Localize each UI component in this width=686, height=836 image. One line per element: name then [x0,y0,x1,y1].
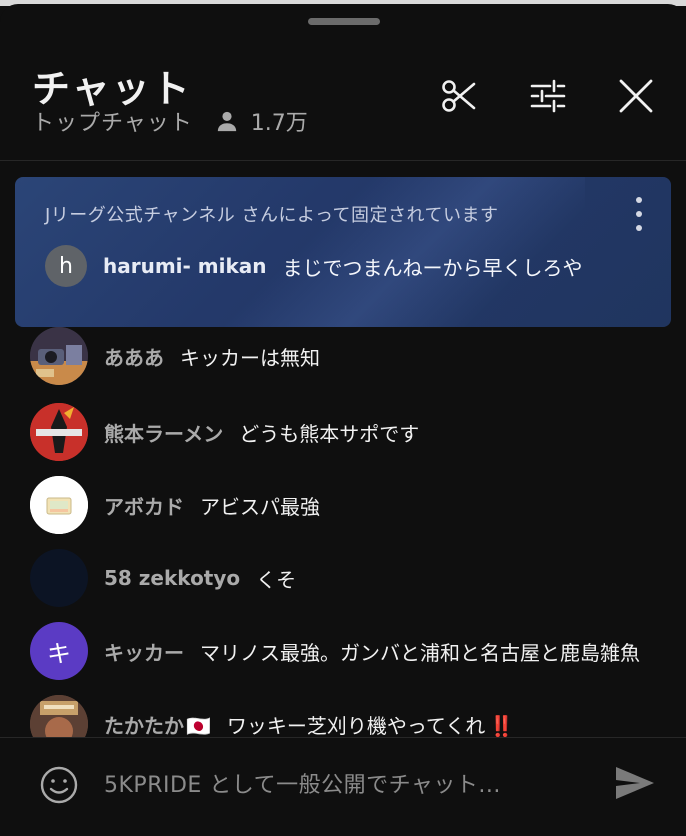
author-name[interactable]: 熊本ラーメン [104,418,223,447]
filter-button[interactable] [526,74,570,118]
send-button[interactable] [612,764,658,806]
pinned-message-banner[interactable]: Jリーグ公式チャンネル さんによって固定されています h harumi- mik… [15,177,671,327]
pinned-chat-message: h harumi- mikan まじでつまんねーから早くしろや [45,244,583,288]
viewer-count: 1.7万 [250,111,308,136]
message-text: ワッキー芝刈り機やってくれ ‼️ [227,710,514,739]
message-text: アビスパ最強 [200,494,320,519]
chat-mode-label[interactable]: トップチャット [32,105,193,137]
emoji-icon [38,766,80,810]
more-dot-icon [636,211,642,217]
avatar[interactable] [30,327,88,385]
more-options-button[interactable] [629,197,649,231]
author-name[interactable]: キッカー [104,637,184,666]
double-exclamation-icon: ‼️ [489,713,515,738]
message-text: くそ [256,567,297,592]
author-name[interactable]: 58 zekkotyo [104,566,240,590]
message-text: まじでつまんねーから早くしろや [282,255,583,280]
author-name-text: たかたか [104,713,184,738]
chat-message[interactable]: 58 zekkotyo くそ [30,549,296,607]
close-icon [616,76,656,116]
close-button[interactable] [614,74,658,118]
more-dot-icon [636,225,642,231]
send-icon [614,765,656,805]
pinned-note: Jリーグ公式チャンネル さんによって固定されています [45,205,499,226]
message-text: マリノス最強。ガンバと浦和と名古屋と鹿島雑魚 [200,640,640,665]
emoji-button[interactable] [38,764,80,806]
avatar[interactable] [30,476,88,534]
japan-flag-icon: 🇯🇵 [186,713,211,738]
author-name[interactable]: アボカド [104,491,184,520]
drag-handle[interactable] [308,18,380,25]
author-name[interactable]: harumi- mikan [103,254,267,278]
avatar[interactable]: キ [30,622,88,680]
scissors-icon [440,76,480,116]
more-dot-icon [636,197,642,203]
chat-mode-row[interactable]: トップチャット 1.7万 [32,106,308,136]
chat-message[interactable]: アボカド アビスパ最強 [30,476,320,534]
chat-input[interactable]: 5KPRIDE として一般公開でチャット... [104,766,501,806]
avatar[interactable] [30,403,88,461]
filter-sliders-icon [528,76,568,116]
message-text: キッカーは無知 [180,345,320,370]
message-text-body: ワッキー芝刈り機やってくれ [226,713,486,738]
person-icon [215,109,239,133]
chat-message[interactable]: キ キッカー マリノス最強。ガンバと浦和と名古屋と鹿島雑魚 [30,622,640,680]
avatar[interactable] [30,549,88,607]
avatar-letter: キ [47,639,71,668]
message-text: どうも熊本サポです [239,421,420,446]
chat-message[interactable]: あああ キッカーは無知 [30,327,320,385]
author-name[interactable]: たかたか 🇯🇵 [104,710,211,739]
avatar[interactable]: h [45,245,87,287]
chat-message[interactable]: 熊本ラーメン どうも熊本サポです [30,403,419,461]
clip-button[interactable] [438,74,482,118]
author-name[interactable]: あああ [104,342,164,371]
header-divider [0,160,686,161]
